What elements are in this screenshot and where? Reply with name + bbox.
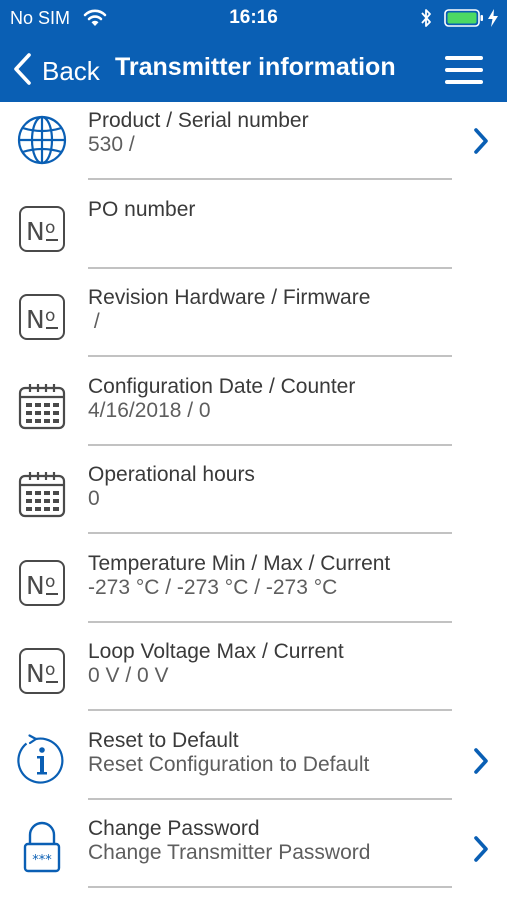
status-bar: No SIM 16:16	[0, 0, 507, 36]
numero-icon: No	[16, 645, 68, 697]
list-item-revision: No Revision Hardware / Firmware /	[0, 279, 507, 368]
chevron-right-icon	[473, 747, 489, 780]
list-item-change-password[interactable]: *** Change Password Change Transmitter P…	[0, 810, 507, 899]
configuration-date-value: 4/16/2018 / 0	[88, 398, 211, 422]
menu-line	[445, 56, 483, 60]
numero-icon: No	[16, 557, 68, 609]
svg-text:***: ***	[32, 853, 52, 868]
battery-icon	[444, 9, 484, 32]
charging-icon	[487, 8, 499, 33]
info-list: Product / Serial number 530 / No PO numb…	[0, 102, 507, 899]
globe-icon	[16, 114, 68, 166]
divider	[88, 532, 452, 534]
calendar-icon	[16, 380, 68, 432]
chevron-right-icon	[473, 835, 489, 868]
navigation-bar: Back Transmitter information	[0, 40, 507, 102]
page-title: Transmitter information	[115, 53, 396, 81]
chevron-right-icon	[473, 127, 489, 160]
info-reset-icon	[16, 733, 68, 786]
operational-hours-value: 0	[88, 487, 100, 510]
revision-value: /	[88, 310, 100, 333]
menu-line	[445, 80, 483, 84]
calendar-icon	[16, 468, 68, 520]
change-password-value: Change Transmitter Password	[88, 841, 371, 864]
bluetooth-icon	[420, 8, 432, 33]
divider	[88, 266, 452, 269]
loop-voltage-value: 0 V / 0 V	[88, 664, 169, 687]
list-item-temperature: No Temperature Min / Max / Current -273 …	[0, 545, 507, 634]
list-item-loop-voltage: No Loop Voltage Max / Current 0 V / 0 V	[0, 633, 507, 722]
operational-hours-title: Operational hours	[88, 463, 255, 486]
product-serial-value: 530 /	[88, 133, 135, 156]
header-bar: No SIM 16:16 Back Transmitter informatio…	[0, 0, 507, 102]
back-label: Back	[42, 55, 100, 86]
menu-line	[445, 68, 483, 72]
list-item-po-number: No PO number	[0, 191, 507, 280]
list-item-reset-default[interactable]: Reset to Default Reset Configuration to …	[0, 722, 507, 811]
divider	[88, 709, 452, 711]
po-number-title: PO number	[88, 197, 196, 221]
reset-default-value: Reset Configuration to Default	[88, 752, 370, 776]
temperature-value: -273 °C / -273 °C / -273 °C	[88, 575, 338, 599]
list-item-configuration-date: Configuration Date / Counter 4/16/2018 /…	[0, 368, 507, 457]
change-password-title: Change Password	[88, 817, 260, 840]
product-serial-title: Product / Serial number	[88, 109, 309, 132]
divider	[88, 355, 452, 357]
hamburger-menu-button[interactable]	[445, 55, 483, 85]
divider	[88, 178, 452, 180]
reset-default-title: Reset to Default	[88, 728, 239, 752]
revision-title: Revision Hardware / Firmware	[88, 286, 371, 309]
numero-icon: No	[16, 291, 68, 343]
lock-icon: ***	[16, 821, 68, 874]
divider	[88, 620, 452, 623]
divider	[88, 443, 452, 446]
back-button[interactable]: Back	[12, 52, 100, 90]
list-item-operational-hours: Operational hours 0	[0, 456, 507, 545]
loop-voltage-title: Loop Voltage Max / Current	[88, 640, 344, 663]
numero-icon: No	[16, 203, 68, 255]
temperature-title: Temperature Min / Max / Current	[88, 551, 391, 575]
divider	[88, 797, 452, 800]
list-item-product-serial[interactable]: Product / Serial number 530 /	[0, 102, 507, 191]
divider	[88, 886, 452, 888]
configuration-date-title: Configuration Date / Counter	[88, 374, 356, 398]
chevron-left-icon	[12, 52, 32, 90]
